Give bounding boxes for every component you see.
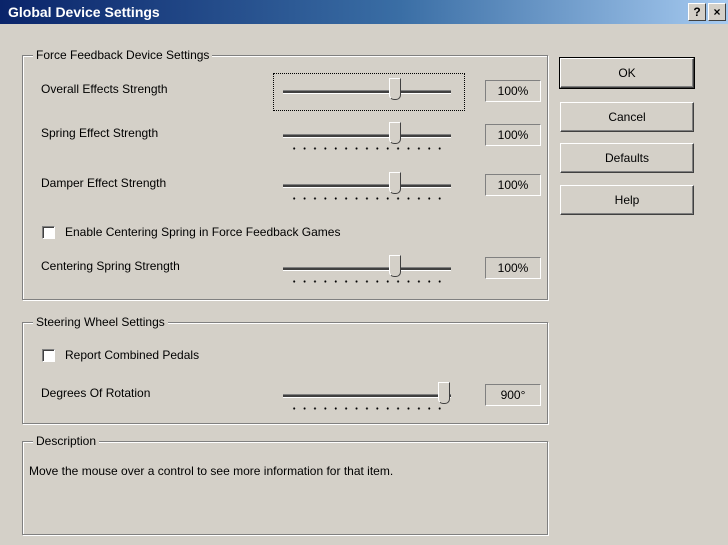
spring-effect-value: 100% (485, 124, 541, 146)
damper-effect-slider[interactable] (283, 170, 453, 206)
report-combined-pedals-label[interactable]: Report Combined Pedals (65, 348, 199, 362)
slider-ticks (289, 147, 445, 150)
help-icon[interactable]: ? (688, 3, 706, 21)
overall-effects-label: Overall Effects Strength (41, 82, 168, 96)
description-text: Move the mouse over a control to see mor… (29, 464, 394, 478)
cancel-button[interactable]: Cancel (560, 102, 694, 132)
slider-thumb[interactable] (389, 255, 401, 277)
title-bar[interactable]: Global Device Settings ? × (0, 0, 728, 24)
help-button[interactable]: Help (560, 185, 694, 215)
slider-track (283, 184, 451, 188)
ok-button[interactable]: OK (559, 57, 695, 89)
report-combined-pedals-checkbox[interactable] (42, 349, 55, 362)
damper-effect-label: Damper Effect Strength (41, 176, 167, 190)
centering-spring-label: Centering Spring Strength (41, 259, 180, 273)
slider-ticks (289, 280, 445, 283)
degrees-of-rotation-slider[interactable] (283, 380, 453, 416)
slider-thumb[interactable] (389, 172, 401, 194)
force-feedback-legend: Force Feedback Device Settings (33, 48, 213, 62)
spring-effect-label: Spring Effect Strength (41, 126, 159, 140)
degrees-of-rotation-label: Degrees Of Rotation (41, 386, 151, 400)
degrees-of-rotation-value: 900° (485, 384, 541, 406)
description-group: Description Move the mouse over a contro… (22, 434, 548, 535)
close-icon[interactable]: × (708, 3, 726, 21)
global-device-settings-dialog: Global Device Settings ? × Force Feedbac… (0, 0, 728, 545)
slider-thumb[interactable] (438, 382, 450, 404)
steering-wheel-legend: Steering Wheel Settings (33, 315, 168, 329)
window-title: Global Device Settings (8, 4, 160, 20)
spring-effect-slider[interactable] (283, 120, 453, 156)
overall-effects-value: 100% (485, 80, 541, 102)
enable-centering-spring-checkbox[interactable] (42, 226, 55, 239)
slider-track (283, 134, 451, 138)
centering-spring-value: 100% (485, 257, 541, 279)
damper-effect-value: 100% (485, 174, 541, 196)
slider-track (283, 267, 451, 271)
slider-ticks (289, 407, 445, 410)
defaults-button[interactable]: Defaults (560, 143, 694, 173)
slider-track (283, 394, 451, 398)
steering-wheel-group: Steering Wheel Settings Report Combined … (22, 315, 548, 424)
description-legend: Description (33, 434, 100, 448)
centering-spring-slider[interactable] (283, 253, 453, 289)
slider-thumb[interactable] (389, 122, 401, 144)
slider-thumb[interactable] (389, 78, 401, 100)
overall-effects-slider[interactable] (283, 76, 453, 112)
slider-ticks (289, 197, 445, 200)
force-feedback-group: Force Feedback Device Settings Overall E… (22, 48, 548, 300)
slider-track (283, 90, 451, 94)
enable-centering-spring-label[interactable]: Enable Centering Spring in Force Feedbac… (65, 225, 340, 239)
